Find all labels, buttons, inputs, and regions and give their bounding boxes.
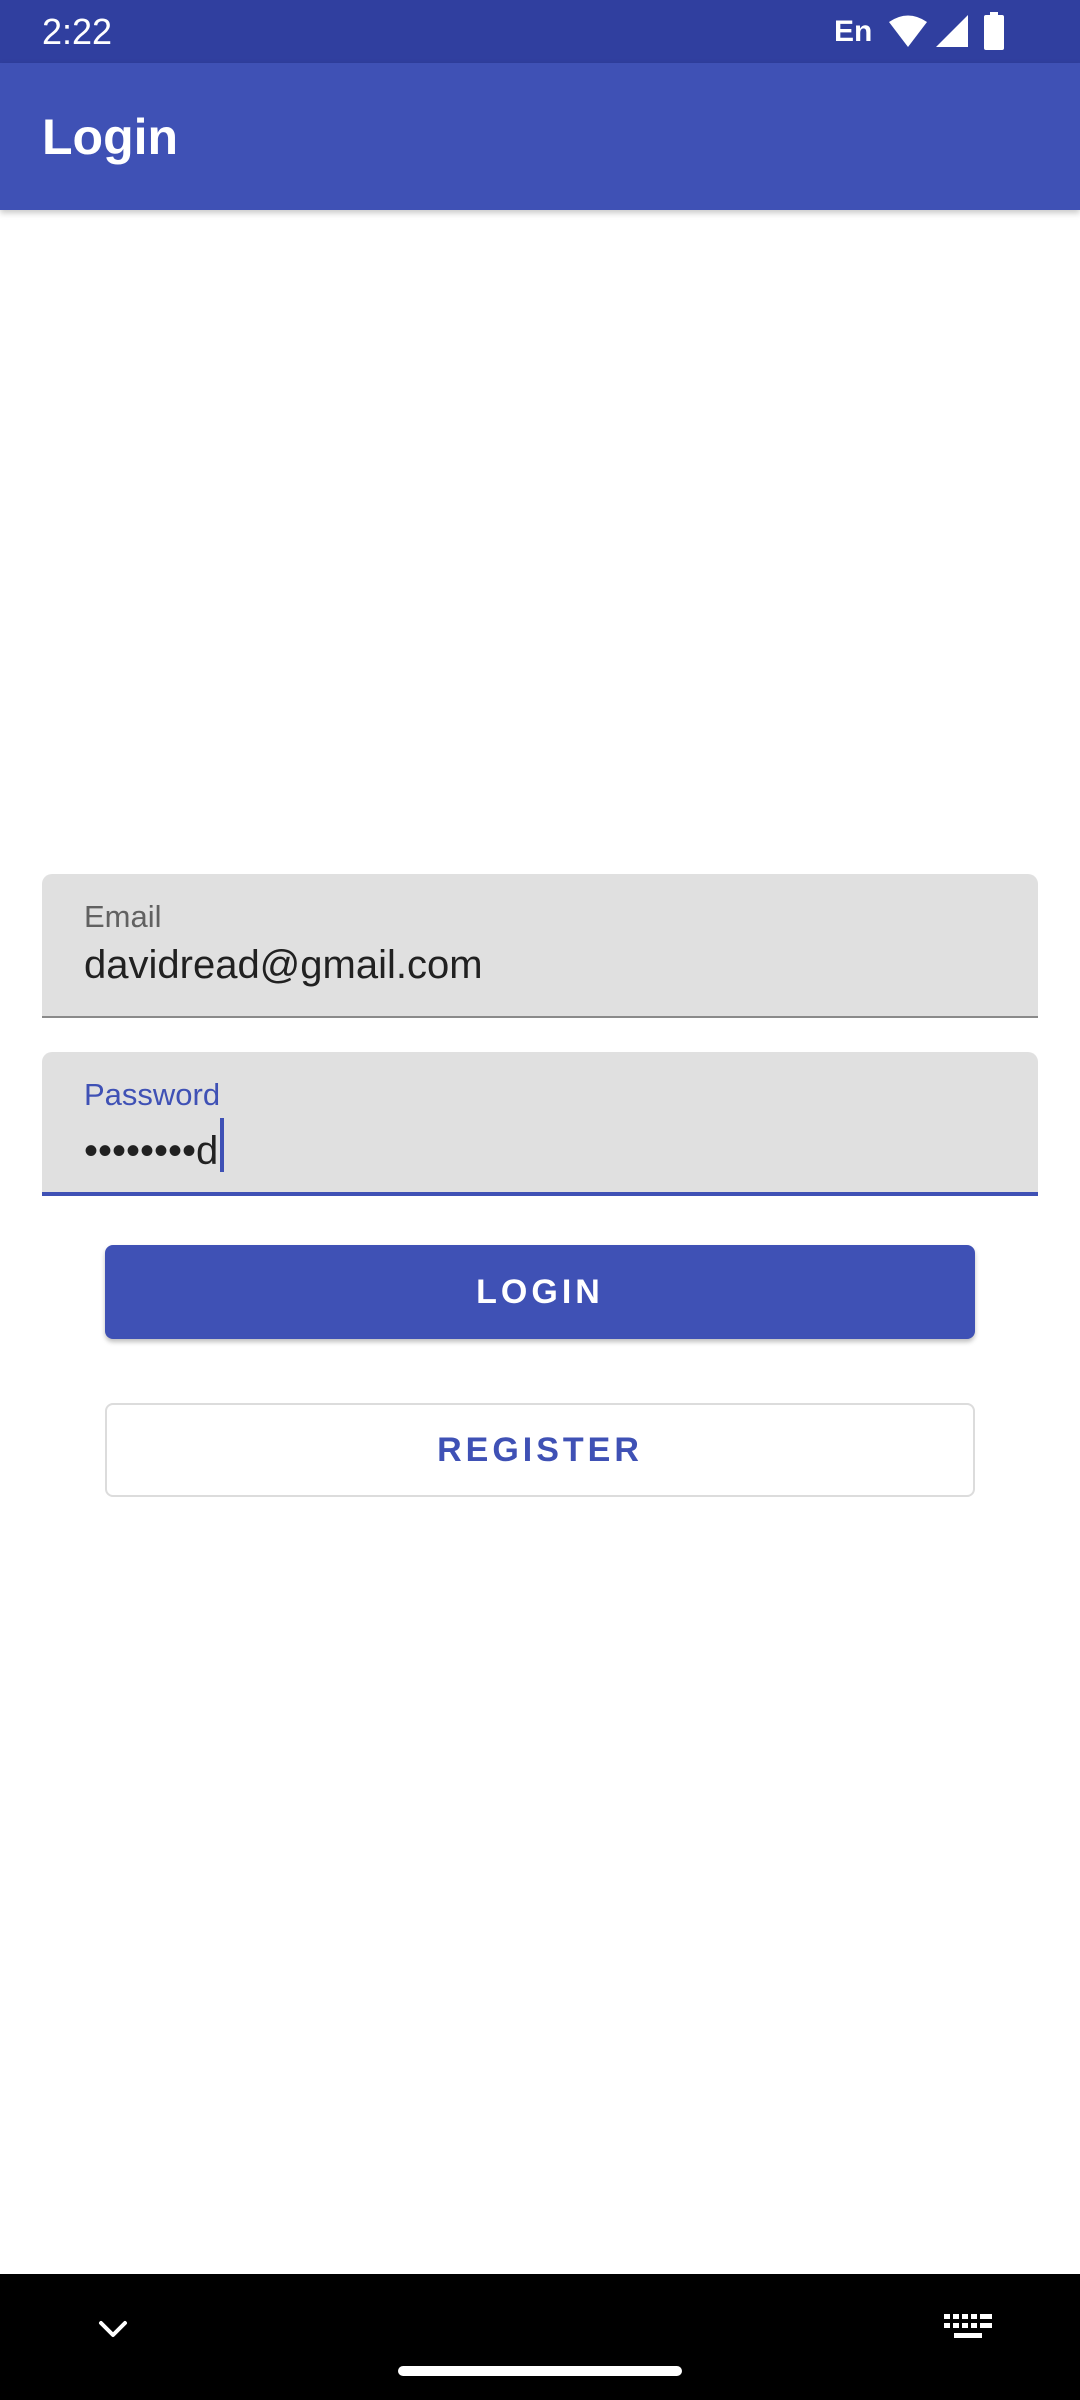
signal-icon [936, 15, 968, 47]
app-bar: Login [0, 63, 1080, 210]
login-screen: 2:22 En Login Email davidread@gmail.com … [0, 0, 1080, 2400]
status-bar: 2:22 En [0, 0, 1080, 63]
wifi-icon [889, 15, 927, 47]
password-field[interactable]: Password ••••••••d [42, 1052, 1038, 1196]
page-title: Login [42, 109, 179, 165]
login-button[interactable]: LOGIN [105, 1245, 975, 1339]
navigation-bar [0, 2274, 1080, 2400]
input-language-indicator: En [834, 15, 873, 48]
email-field-label: Email [84, 899, 162, 934]
register-button[interactable]: REGISTER [105, 1403, 975, 1497]
email-field[interactable]: Email davidread@gmail.com [42, 874, 1038, 1018]
chevron-down-icon[interactable] [96, 2312, 130, 2346]
text-cursor [220, 1118, 225, 1172]
status-time: 2:22 [42, 11, 113, 52]
password-field-label: Password [84, 1077, 221, 1112]
battery-icon [984, 12, 1004, 50]
home-handle[interactable] [398, 2366, 682, 2376]
email-field-value[interactable]: davidread@gmail.com [84, 940, 483, 990]
keyboard-icon[interactable] [944, 2314, 992, 2346]
password-field-value[interactable]: ••••••••d [84, 1129, 218, 1173]
password-field-value-wrap[interactable]: ••••••••d [84, 1118, 225, 1176]
